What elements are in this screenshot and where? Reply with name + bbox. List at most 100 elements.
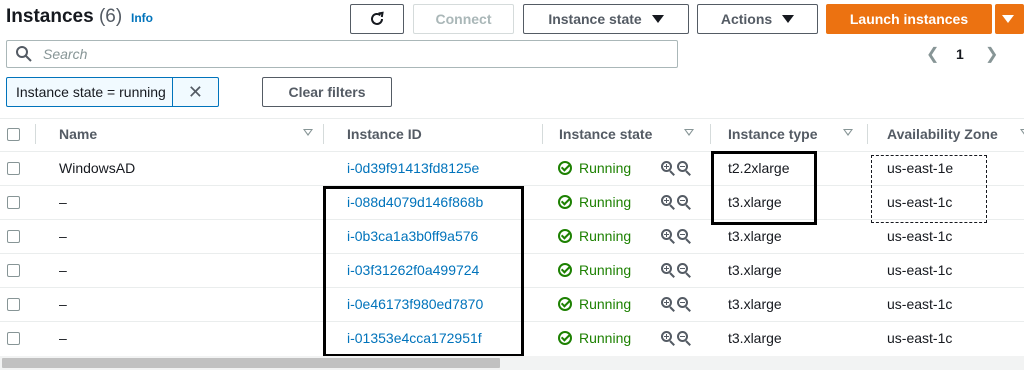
next-page-icon[interactable]: ❯ — [985, 44, 998, 64]
select-all-checkbox[interactable] — [7, 128, 20, 141]
column-header-instance-id[interactable]: Instance ID — [347, 126, 422, 142]
zoom-controls — [661, 263, 691, 278]
previous-page-icon[interactable]: ❮ — [926, 44, 939, 64]
zoom-out-icon[interactable] — [677, 297, 691, 312]
instance-state-status: Running — [558, 262, 631, 278]
remove-filter-icon[interactable]: ✕ — [173, 78, 218, 106]
instance-name: – — [59, 262, 67, 278]
row-checkbox[interactable] — [7, 196, 20, 209]
instance-state-status: Running — [558, 194, 631, 210]
status-check-icon — [558, 195, 572, 209]
highlight-box-instance-ids — [323, 186, 524, 357]
instance-type: t3.xlarge — [728, 228, 782, 244]
zoom-controls — [661, 161, 691, 176]
instance-id-link[interactable]: i-0d39f91413fd8125e — [347, 160, 479, 176]
row-checkbox[interactable] — [7, 230, 20, 243]
instance-state-status: Running — [558, 330, 631, 346]
page-title-text: Instances — [6, 6, 94, 27]
instance-state-label: Instance state — [548, 11, 642, 27]
row-checkbox[interactable] — [7, 264, 20, 277]
zoom-in-icon[interactable] — [661, 229, 675, 244]
launch-options-dropdown[interactable] — [995, 4, 1024, 34]
caret-down-icon — [1002, 15, 1014, 23]
sort-icon[interactable] — [843, 129, 853, 136]
availability-zone: us-east-1c — [887, 262, 953, 278]
column-header-availability-zone[interactable]: Availability Zone — [887, 126, 998, 142]
column-divider — [867, 124, 868, 144]
zoom-out-icon[interactable] — [677, 263, 691, 278]
status-check-icon — [558, 263, 572, 277]
status-check-icon — [558, 297, 572, 311]
scrollbar-thumb[interactable] — [2, 358, 500, 368]
table-header-divider — [0, 118, 1024, 119]
search-input[interactable]: Search — [43, 46, 87, 62]
instance-type: t3.xlarge — [728, 330, 782, 346]
zoom-controls — [661, 331, 691, 346]
zoom-controls — [661, 229, 691, 244]
sort-icon[interactable] — [303, 129, 313, 136]
status-check-icon — [558, 161, 572, 175]
status-label: Running — [579, 194, 632, 210]
status-label: Running — [579, 228, 632, 244]
page-title: Instances (6) — [6, 6, 122, 28]
refresh-icon — [371, 11, 384, 25]
search-icon — [16, 46, 32, 62]
column-divider — [710, 124, 711, 144]
status-label: Running — [579, 330, 632, 346]
sort-icon[interactable] — [1020, 129, 1024, 136]
instance-name: WindowsAD — [59, 160, 136, 176]
instance-state-status: Running — [558, 296, 631, 312]
actions-dropdown[interactable]: Actions — [697, 4, 818, 34]
info-link[interactable]: Info — [131, 11, 153, 25]
connect-button[interactable]: Connect — [413, 4, 514, 34]
instance-state-status: Running — [558, 228, 631, 244]
zoom-controls — [661, 195, 691, 210]
instance-type: t3.xlarge — [728, 296, 782, 312]
column-divider — [542, 124, 543, 144]
filter-token-label: Instance state = running — [7, 78, 173, 106]
instance-state-dropdown[interactable]: Instance state — [523, 4, 689, 34]
actions-label: Actions — [720, 11, 773, 27]
instance-name: – — [59, 330, 67, 346]
zoom-out-icon[interactable] — [677, 331, 691, 346]
instance-count: (6) — [98, 6, 123, 27]
zoom-in-icon[interactable] — [661, 195, 675, 210]
status-check-icon — [558, 229, 572, 243]
sort-icon[interactable] — [684, 129, 694, 136]
column-header-name[interactable]: Name — [59, 126, 97, 142]
zoom-in-icon[interactable] — [661, 263, 675, 278]
search-bar[interactable]: Search — [6, 40, 678, 68]
refresh-button[interactable] — [350, 4, 404, 34]
current-page[interactable]: 1 — [956, 46, 964, 62]
zoom-in-icon[interactable] — [661, 331, 675, 346]
highlight-box-availability-zones — [871, 155, 987, 223]
launch-instances-button[interactable]: Launch instances — [826, 4, 992, 34]
zoom-out-icon[interactable] — [677, 229, 691, 244]
status-label: Running — [579, 160, 632, 176]
zoom-controls — [661, 297, 691, 312]
row-checkbox[interactable] — [7, 298, 20, 311]
row-checkbox[interactable] — [7, 332, 20, 345]
zoom-in-icon[interactable] — [661, 161, 675, 176]
column-divider — [35, 124, 36, 144]
instance-name: – — [59, 194, 67, 210]
availability-zone: us-east-1c — [887, 228, 953, 244]
row-checkbox[interactable] — [7, 162, 20, 175]
instance-name: – — [59, 228, 67, 244]
column-header-instance-type[interactable]: Instance type — [728, 126, 817, 142]
column-header-instance-state[interactable]: Instance state — [559, 126, 652, 142]
instance-type: t3.xlarge — [728, 262, 782, 278]
zoom-in-icon[interactable] — [661, 297, 675, 312]
caret-down-icon — [782, 15, 795, 23]
highlight-box-instance-types — [711, 151, 817, 225]
zoom-out-icon[interactable] — [677, 161, 691, 176]
status-label: Running — [579, 262, 632, 278]
zoom-out-icon[interactable] — [677, 195, 691, 210]
filter-token: Instance state = running ✕ — [6, 77, 219, 107]
status-check-icon — [558, 331, 572, 345]
caret-down-icon — [651, 15, 664, 23]
instance-name: – — [59, 296, 67, 312]
clear-filters-button[interactable]: Clear filters — [262, 77, 392, 107]
instance-state-status: Running — [558, 160, 631, 176]
column-divider — [323, 124, 324, 144]
